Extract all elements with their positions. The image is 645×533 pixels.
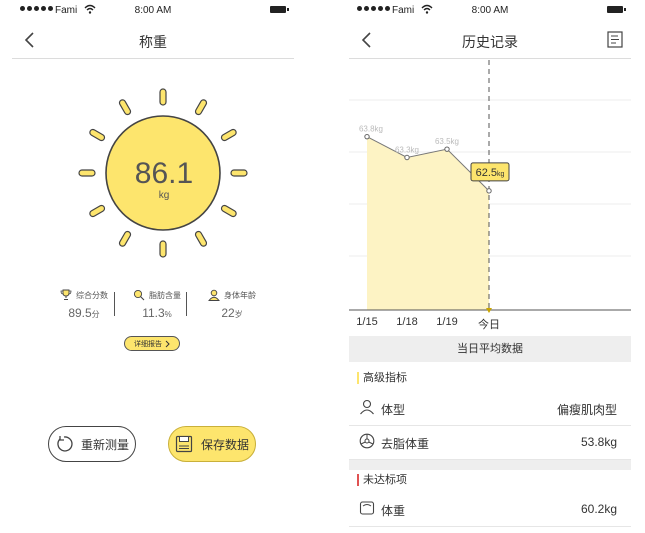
divider: [186, 292, 187, 316]
row-weight[interactable]: 体重 60.2kg: [349, 492, 631, 527]
x-tick-label: 1/19: [436, 316, 458, 328]
sun-ray: [118, 230, 132, 247]
sun-ray: [220, 204, 237, 218]
row-body-type[interactable]: 体型 偏瘦肌肉型: [349, 391, 631, 426]
daily-average-header: 当日平均数据: [349, 336, 631, 362]
save-disk-icon: [175, 435, 193, 453]
list-menu-icon[interactable]: [607, 31, 623, 48]
area-fill: [367, 136, 489, 310]
remeasure-label: 重新测量: [80, 437, 129, 452]
sun-ray: [89, 204, 106, 218]
weigh-screen: Fami 8:00 AM 称重 86.1 kg 综合分数 89.5分 脂肪含量 …: [12, 0, 294, 533]
history-screen: Fami 8:00 AM 历史记录 63.8kg 63.3kg 63.5kg 62.5…: [349, 0, 631, 533]
stat-score-value: 89.5: [68, 306, 92, 320]
stat-score-unit: 分: [91, 310, 100, 319]
stat-age: 身体年龄 22岁: [190, 288, 274, 320]
section-spacer: [349, 460, 631, 470]
row-weight-value: 60.2kg: [580, 502, 617, 516]
stat-fat-unit: %: [164, 310, 172, 319]
chevron-right-icon: [165, 340, 170, 347]
data-point: [444, 146, 450, 152]
sun-ray: [78, 169, 96, 177]
scale-dial-icon: [359, 433, 375, 449]
sun-ray: [118, 99, 132, 116]
clock: 8:00 AM: [134, 5, 172, 16]
status-bar: Fami 8:00 AM: [349, 0, 631, 22]
battery-icon: [270, 6, 289, 13]
data-point: [486, 188, 492, 194]
weight-value: 86.1: [134, 157, 194, 190]
stat-age-label: 身体年龄: [224, 290, 256, 300]
page-title: 称重: [139, 34, 167, 50]
sun-ray: [230, 169, 248, 177]
page-title: 历史记录: [462, 34, 518, 50]
unmet-section-title: 未达标项: [357, 474, 407, 486]
stat-fat-value: 11.3: [142, 306, 165, 320]
stat-age-unit: 岁: [234, 310, 243, 319]
detail-report-label: 详细报告: [134, 340, 162, 348]
save-data-label: 保存数据: [200, 437, 249, 452]
fat-drop-icon: [133, 289, 145, 301]
person-icon: [208, 289, 220, 301]
sun-ray: [194, 230, 208, 247]
sun-ray: [159, 240, 167, 258]
battery-icon: [607, 6, 626, 13]
row-body-type-label: 体型: [381, 403, 406, 417]
detail-report-button[interactable]: 详细报告: [124, 336, 180, 351]
trophy-icon: [60, 289, 72, 300]
sun-ray: [89, 128, 106, 142]
row-weight-label: 体重: [381, 504, 406, 518]
status-bar: Fami 8:00 AM: [12, 0, 294, 22]
refresh-icon: [57, 436, 73, 452]
row-lean-mass[interactable]: 去脂体重 53.8kg: [349, 425, 631, 460]
save-data-button[interactable]: 保存数据: [168, 426, 256, 462]
data-label: 63.8kg: [359, 125, 383, 134]
row-lean-mass-value: 53.8kg: [580, 435, 617, 449]
advanced-section-title: 高级指标: [357, 372, 407, 384]
weight-unit: kg: [158, 190, 170, 201]
sun-ray: [194, 99, 208, 116]
nav-bar: 称重: [12, 24, 294, 59]
data-point: [364, 133, 370, 140]
data-label: 63.5kg: [435, 137, 459, 146]
person-outline-icon: [360, 399, 374, 415]
data-point: [404, 154, 410, 161]
x-tick-label: 1/15: [356, 316, 378, 328]
remeasure-button[interactable]: 重新测量: [48, 426, 136, 462]
stat-age-value: 22: [221, 306, 235, 320]
row-body-type-value: 偏瘦肌肉型: [556, 403, 617, 417]
weight-history-chart[interactable]: 63.8kg 63.3kg 63.5kg 62.5kg: [349, 60, 631, 316]
sun-ray: [159, 88, 167, 106]
nav-bar: 历史记录: [349, 24, 631, 59]
stat-score-label: 综合分数: [76, 290, 108, 300]
clock: 8:00 AM: [471, 5, 509, 16]
x-tick-label: 今日: [478, 319, 500, 331]
row-lean-mass-label: 去脂体重: [381, 437, 430, 451]
stat-fat-label: 脂肪含量: [149, 290, 181, 300]
data-label: 63.3kg: [395, 146, 419, 155]
chart-canvas: 63.8kg63.3kg63.5kg62.5kg: [349, 60, 631, 313]
scale-icon: [359, 501, 375, 515]
sun-ray: [220, 128, 237, 142]
x-tick-label: 1/18: [396, 316, 418, 328]
